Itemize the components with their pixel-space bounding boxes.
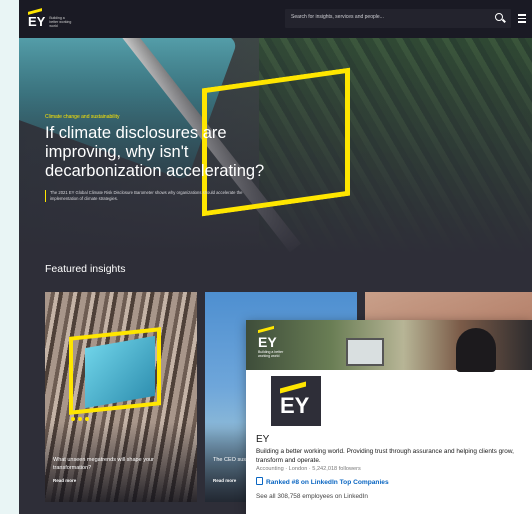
- hero-description: The 2021 EY Global Climate Risk Disclosu…: [45, 190, 270, 202]
- hero-banner[interactable]: Climate change and sustainability If cli…: [19, 38, 532, 255]
- banner-ey-logo: EY: [258, 334, 277, 350]
- read-more-link[interactable]: Read more: [213, 478, 236, 483]
- see-employees-link[interactable]: See all 308,758 employees on LinkedIn: [256, 493, 368, 500]
- hamburger-menu-icon[interactable]: [518, 14, 526, 25]
- company-tagline: Building a better working world. Providi…: [256, 448, 514, 464]
- featured-insights-heading: Featured insights: [45, 263, 126, 275]
- search-input[interactable]: Search for insights, services and people…: [285, 9, 511, 28]
- carousel-dots[interactable]: [71, 417, 89, 421]
- banner-screen-image: [346, 338, 384, 366]
- top-companies-badge[interactable]: Ranked #8 on LinkedIn Top Companies: [256, 477, 389, 486]
- banner-person-image: [456, 328, 496, 372]
- linkedin-company-card: EY Building a better working world EY EY…: [246, 320, 532, 514]
- hero-headline[interactable]: If climate disclosures are improving, wh…: [45, 124, 305, 181]
- insight-card-megatrends[interactable]: What unseen megatrends will shape your t…: [45, 292, 197, 502]
- ey-logo[interactable]: EY Building a better working world: [28, 8, 71, 28]
- hero-category[interactable]: Climate change and sustainability: [45, 114, 120, 120]
- top-companies-label: Ranked #8 on LinkedIn Top Companies: [266, 479, 389, 486]
- search-icon[interactable]: [495, 13, 503, 21]
- read-more-link[interactable]: Read more: [53, 478, 76, 483]
- company-meta: Accounting · London · 5,242,018 follower…: [256, 466, 361, 472]
- company-logo[interactable]: EY: [268, 373, 324, 429]
- company-name[interactable]: EY: [256, 434, 269, 445]
- banner-tagline: Building a better working world: [258, 350, 284, 358]
- top-nav-bar: EY Building a better working world Searc…: [19, 0, 532, 38]
- card-yellow-frame: [69, 327, 161, 415]
- ey-logo-tagline: Building a better working world: [49, 16, 72, 28]
- ey-logo-mark: EY: [28, 14, 46, 29]
- bookmark-icon: [256, 477, 263, 485]
- card-title[interactable]: What unseen megatrends will shape your t…: [53, 456, 193, 472]
- linkedin-cover-image: EY Building a better working world: [246, 320, 532, 372]
- search-placeholder: Search for insights, services and people…: [291, 14, 384, 20]
